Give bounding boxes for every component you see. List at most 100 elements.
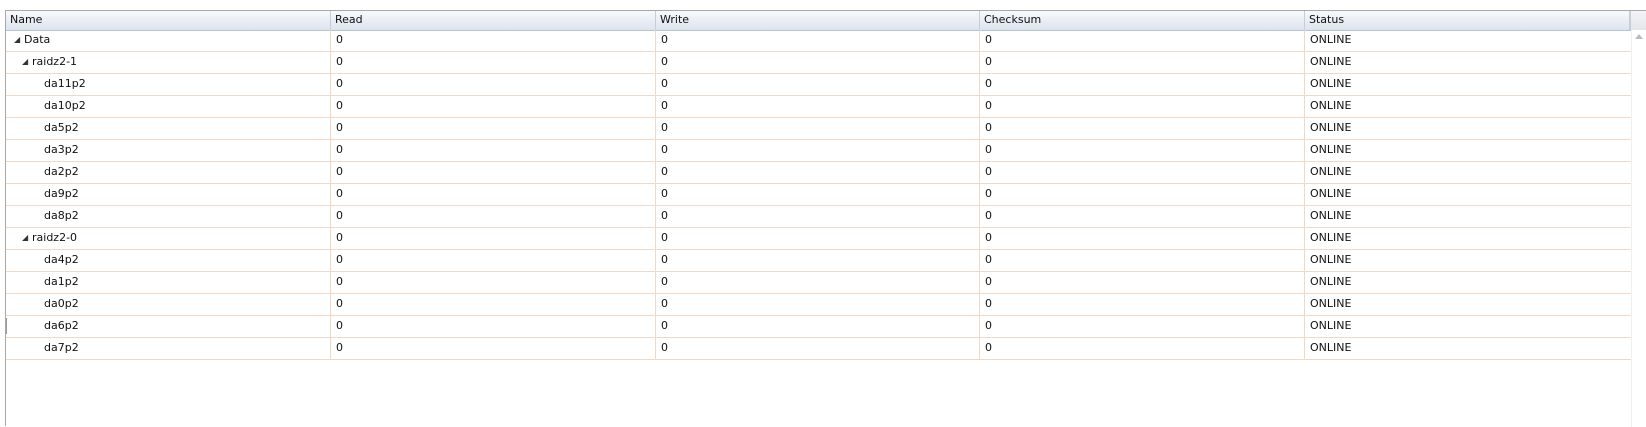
checksum-cell: 0 [980,250,1305,271]
table-row[interactable]: da3p2 0 0 0 ONLINE [6,140,1631,162]
write-cell: 0 [656,184,980,205]
row-name-label: da1p2 [44,275,79,288]
table-row[interactable]: ◢ raidz2-1 0 0 0 ONLINE [6,52,1631,74]
row-name-label: da5p2 [44,121,79,134]
name-cell: da0p2 [6,294,331,315]
row-name-label: da6p2 [44,319,79,332]
write-cell: 0 [656,206,980,227]
status-cell: ONLINE [1310,231,1352,244]
status-cell: ONLINE [1310,77,1352,90]
read-cell: 0 [331,272,656,293]
status-cell: ONLINE [1310,165,1352,178]
write-cell: 0 [656,250,980,271]
table-row[interactable]: ◢ raidz2-0 0 0 0 ONLINE [6,228,1631,250]
name-cell: da7p2 [6,338,331,359]
table-row[interactable]: da8p2 0 0 0 ONLINE [6,206,1631,228]
checksum-cell: 0 [980,316,1305,337]
write-cell: 0 [656,272,980,293]
row-name-label: da11p2 [44,77,86,90]
status-cell: ONLINE [1310,121,1352,134]
table-row[interactable]: da0p2 0 0 0 ONLINE [6,294,1631,316]
checksum-cell: 0 [980,118,1305,139]
name-cell: da6p2 [6,316,331,337]
write-cell: 0 [656,294,980,315]
splitter-handle[interactable] [6,318,8,334]
status-cell: ONLINE [1310,187,1352,200]
read-cell: 0 [331,316,656,337]
write-cell: 0 [656,96,980,117]
table-row[interactable]: da9p2 0 0 0 ONLINE [6,184,1631,206]
table-row[interactable]: da6p2 0 0 0 ONLINE [6,316,1631,338]
checksum-cell: 0 [980,184,1305,205]
checksum-cell: 0 [980,52,1305,73]
read-cell: 0 [331,206,656,227]
row-name-label: raidz2-0 [32,231,78,244]
checksum-cell: 0 [980,96,1305,117]
table-row[interactable]: da10p2 0 0 0 ONLINE [6,96,1631,118]
read-cell: 0 [331,30,656,51]
read-cell: 0 [331,162,656,183]
expand-triangle-icon[interactable]: ◢ [22,52,32,72]
scroll-up-icon[interactable] [1635,34,1643,39]
write-cell: 0 [656,162,980,183]
checksum-cell: 0 [980,272,1305,293]
row-name-label: Data [24,33,51,46]
row-name-label: da0p2 [44,297,79,310]
read-cell: 0 [331,118,656,139]
expand-triangle-icon[interactable]: ◢ [14,30,24,50]
write-cell: 0 [656,338,980,359]
table-row[interactable]: da4p2 0 0 0 ONLINE [6,250,1631,272]
read-cell: 0 [331,74,656,95]
row-name-label: da10p2 [44,99,86,112]
column-header-write[interactable]: Write [656,11,980,30]
expand-triangle-icon[interactable]: ◢ [22,228,32,248]
status-cell: ONLINE [1310,341,1352,354]
row-name-label: da4p2 [44,253,79,266]
column-header-name[interactable]: Name [6,11,331,30]
row-name-label: da3p2 [44,143,79,156]
column-header-read[interactable]: Read [331,11,656,30]
column-header-checksum[interactable]: Checksum [980,11,1305,30]
checksum-cell: 0 [980,294,1305,315]
name-cell: da5p2 [6,118,331,139]
read-cell: 0 [331,140,656,161]
name-cell: da1p2 [6,272,331,293]
row-name-label: raidz2-1 [32,55,78,68]
name-cell: ◢ raidz2-0 [6,228,331,249]
write-cell: 0 [656,316,980,337]
name-cell: da11p2 [6,74,331,95]
read-cell: 0 [331,52,656,73]
vertical-scrollbar[interactable] [1631,30,1646,427]
header-scroll-corner [1630,11,1646,30]
status-cell: ONLINE [1310,297,1352,310]
read-cell: 0 [331,250,656,271]
checksum-cell: 0 [980,162,1305,183]
write-cell: 0 [656,74,980,95]
grid-header: Name Read Write Checksum Status [6,11,1646,31]
name-cell: da10p2 [6,96,331,117]
checksum-cell: 0 [980,228,1305,249]
status-cell: ONLINE [1310,99,1352,112]
table-row[interactable]: da7p2 0 0 0 ONLINE [6,338,1631,360]
checksum-cell: 0 [980,206,1305,227]
name-cell: da9p2 [6,184,331,205]
table-row[interactable]: da2p2 0 0 0 ONLINE [6,162,1631,184]
write-cell: 0 [656,30,980,51]
write-cell: 0 [656,228,980,249]
name-cell: ◢ Data [6,30,331,51]
checksum-cell: 0 [980,140,1305,161]
column-header-status[interactable]: Status [1305,11,1630,30]
table-row[interactable]: ◢ Data 0 0 0 ONLINE [6,30,1631,52]
table-row[interactable]: da11p2 0 0 0 ONLINE [6,74,1631,96]
row-name-label: da9p2 [44,187,79,200]
name-cell: da8p2 [6,206,331,227]
write-cell: 0 [656,52,980,73]
table-row[interactable]: da1p2 0 0 0 ONLINE [6,272,1631,294]
table-row[interactable]: da5p2 0 0 0 ONLINE [6,118,1631,140]
checksum-cell: 0 [980,338,1305,359]
row-name-label: da8p2 [44,209,79,222]
status-cell: ONLINE [1310,319,1352,332]
name-cell: da3p2 [6,140,331,161]
read-cell: 0 [331,338,656,359]
status-cell: ONLINE [1310,33,1352,46]
